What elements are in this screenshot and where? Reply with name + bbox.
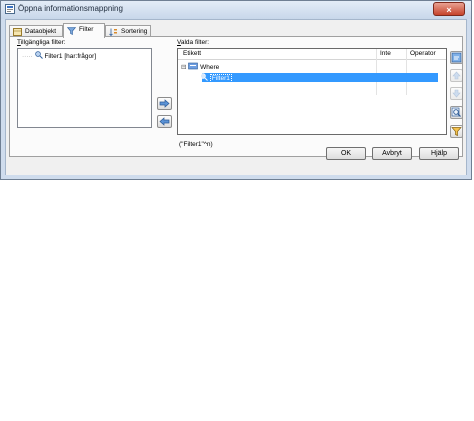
add-filter-button[interactable] bbox=[157, 97, 172, 110]
tree-row-filter1-selected[interactable]: Filter1 bbox=[200, 73, 438, 83]
filter-button[interactable] bbox=[450, 125, 463, 138]
close-icon: × bbox=[446, 5, 452, 15]
zoom-icon bbox=[451, 107, 461, 117]
filter-item-icon bbox=[34, 51, 43, 59]
column-header-operator[interactable]: Operator bbox=[410, 50, 436, 57]
filter-item-label: Filter1 [har:frågor] bbox=[44, 53, 97, 60]
where-group-icon bbox=[188, 62, 199, 70]
help-button[interactable]: Hjälp bbox=[419, 147, 459, 160]
properties-icon bbox=[451, 52, 462, 63]
remove-filter-button[interactable] bbox=[157, 115, 172, 128]
dialog-window: Öppna informationsmappning × Dataobjekt … bbox=[0, 0, 472, 180]
properties-button[interactable] bbox=[450, 51, 463, 64]
zoom-button[interactable] bbox=[450, 106, 463, 119]
move-down-icon bbox=[452, 89, 461, 98]
filter-icon bbox=[67, 27, 76, 35]
selected-filters-grid[interactable]: Etikett Inte Operator ⊟ Where Filter1 bbox=[177, 48, 447, 135]
window-bottom-edge bbox=[1, 175, 471, 179]
filter-panel: Tillgängliga filter: ····· Filter1 [har:… bbox=[9, 36, 463, 157]
arrow-right-icon bbox=[159, 99, 170, 108]
cancel-button[interactable]: Avbryt bbox=[372, 147, 412, 160]
move-up-icon bbox=[452, 71, 461, 80]
sort-icon bbox=[109, 28, 117, 36]
move-down-button[interactable] bbox=[450, 87, 463, 100]
column-header-inte[interactable]: Inte bbox=[380, 50, 391, 57]
tree-row-filter1[interactable]: Filter1 bbox=[200, 73, 232, 83]
tab-filter[interactable]: Filter bbox=[63, 23, 105, 38]
filter-item-icon bbox=[200, 73, 208, 81]
tree-row-label: Filter1 bbox=[209, 74, 232, 83]
selected-filters-label: Valda filter: bbox=[177, 39, 210, 46]
tab-label: Filter bbox=[79, 26, 94, 33]
available-filters-list[interactable]: ····· Filter1 [har:frågor] bbox=[17, 48, 152, 128]
list-item[interactable]: ····· Filter1 [har:frågor] bbox=[22, 51, 96, 60]
app-icon bbox=[5, 4, 15, 14]
ok-button[interactable]: OK bbox=[326, 147, 366, 160]
tab-label: Sortering bbox=[121, 28, 148, 35]
column-header-etikett[interactable]: Etikett bbox=[183, 50, 201, 57]
data-object-icon bbox=[13, 28, 22, 36]
title-bar[interactable]: Öppna informationsmappning × bbox=[1, 1, 471, 19]
move-up-button[interactable] bbox=[450, 69, 463, 82]
tree-row-where[interactable]: ⊟ Where bbox=[181, 62, 219, 71]
arrow-left-icon bbox=[159, 117, 170, 126]
available-filters-label: Tillgängliga filter: bbox=[17, 39, 66, 46]
collapse-toggle-icon[interactable]: ⊟ bbox=[181, 64, 186, 71]
tree-row-label: Where bbox=[200, 64, 220, 71]
close-button[interactable]: × bbox=[433, 2, 465, 16]
column-divider bbox=[406, 49, 407, 95]
filter-icon bbox=[451, 127, 462, 137]
filter-expression: ("Filter1"^n) bbox=[179, 141, 213, 148]
column-divider bbox=[376, 49, 377, 95]
tab-label: Dataobjekt bbox=[25, 28, 57, 35]
window-title: Öppna informationsmappning bbox=[18, 4, 123, 13]
dialog-body: Dataobjekt Filter Sortering Tillgängliga… bbox=[5, 19, 467, 177]
